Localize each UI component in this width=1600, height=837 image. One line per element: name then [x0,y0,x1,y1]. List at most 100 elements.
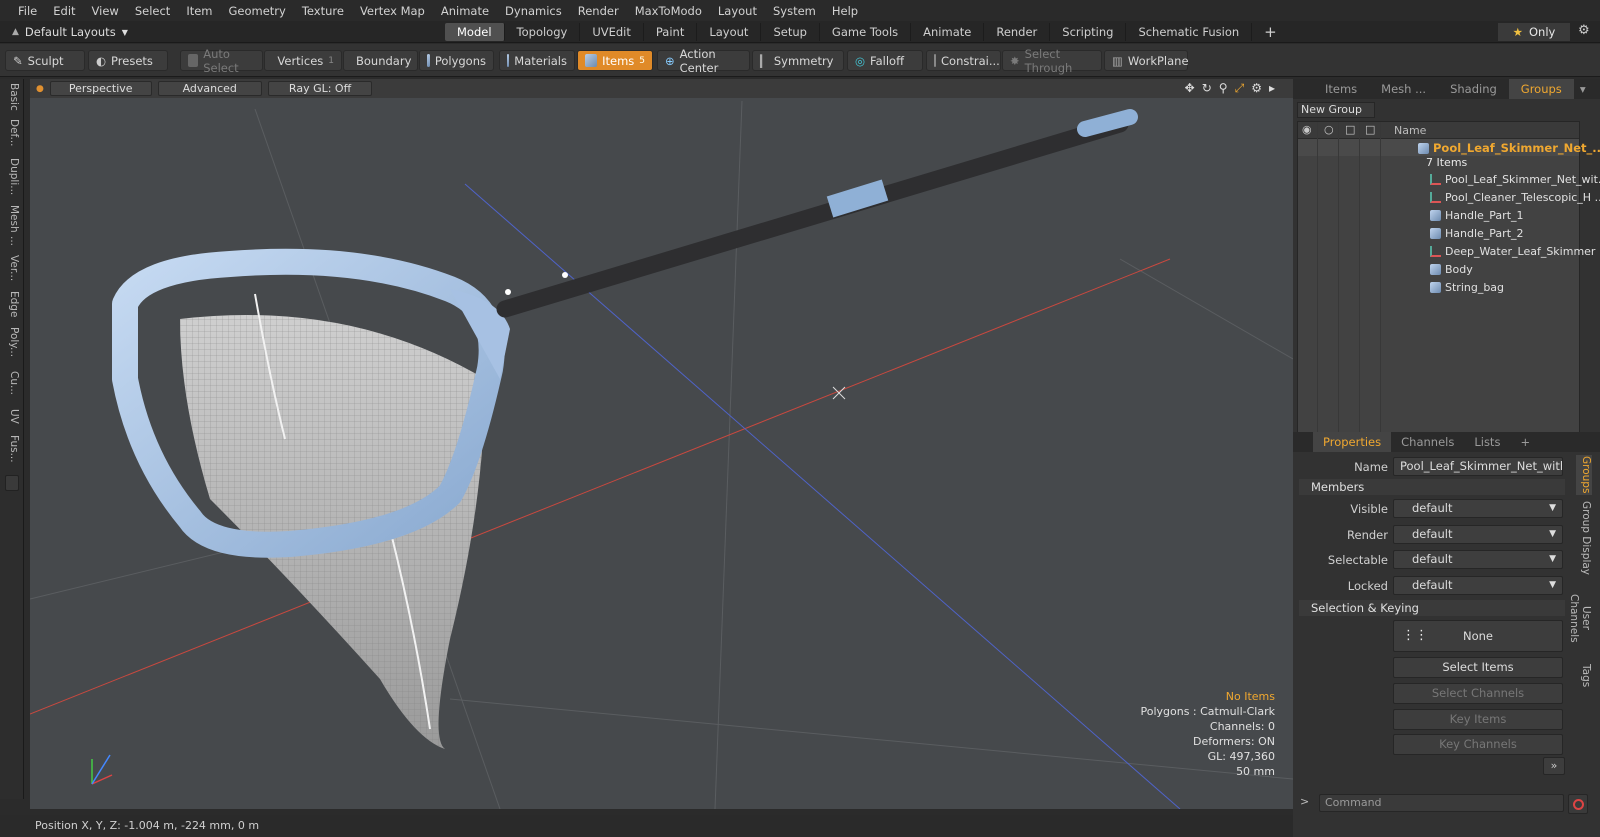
tab-shading[interactable]: Shading [1438,79,1509,99]
constraints-button[interactable]: Constrai... [926,50,1001,71]
locked-dropdown[interactable]: default ▼ [1393,576,1563,595]
fit-icon[interactable]: ⤢ [1235,81,1245,96]
menu-help[interactable]: Help [824,4,866,18]
menu-item[interactable]: Item [178,4,220,18]
tab-render[interactable]: Render [984,23,1051,41]
menu-edit[interactable]: Edit [45,4,83,18]
tab-layout[interactable]: Layout [697,23,762,41]
viewport-menu-arrow-icon[interactable]: ▸ [1269,81,1275,96]
add-properties-tab[interactable]: + [1510,432,1540,452]
render-dropdown[interactable]: default ▼ [1393,525,1563,544]
key-channels-button[interactable]: Key Channels [1393,734,1563,755]
shading-mode-button[interactable]: Advanced [157,81,262,96]
workplane-button[interactable]: ▥ WorkPlane [1104,50,1189,71]
mesh-icon [1430,282,1441,293]
main-toolbar: ✎ Sculpt ◐ Presets Auto Select Vertices … [0,44,1600,77]
selection-keying-section-header[interactable]: Selection & Keying [1299,600,1565,616]
add-tab-button[interactable]: + [1252,23,1289,41]
tab-groups[interactable]: Groups [1508,79,1574,99]
tab-paint[interactable]: Paint [644,23,698,41]
tab-curve[interactable]: Cu... [4,365,20,401]
boundary-button[interactable]: Boundary [343,50,418,71]
menu-view[interactable]: View [84,4,127,18]
members-section-header[interactable]: Members [1299,479,1565,495]
select-through-button[interactable]: ✸ Select Through [1002,47,1102,75]
tab-animate[interactable]: Animate [911,23,985,41]
side-tab-user-channels[interactable]: User Channels [1568,581,1592,655]
menu-animate[interactable]: Animate [433,4,497,18]
viewport-scene[interactable] [30,79,1293,809]
tab-game-tools[interactable]: Game Tools [820,23,912,41]
menu-render[interactable]: Render [570,4,627,18]
symmetry-button[interactable]: ▎ Symmetry [752,50,844,71]
tab-basic[interactable]: Basic [4,81,20,113]
only-button[interactable]: ★ Only [1498,23,1570,41]
tab-properties[interactable]: Properties [1313,432,1392,452]
new-group-button[interactable]: New Group [1297,102,1375,118]
layout-dropdown[interactable]: ▲ Default Layouts ▼ [12,24,128,40]
view-mode-button[interactable]: Perspective [49,81,152,96]
tab-mesh[interactable]: Mesh ... [4,203,20,247]
command-input[interactable]: Command [1319,794,1564,812]
group-name-field[interactable]: Pool_Leaf_Skimmer_Net_with_Ha [1393,457,1563,476]
tab-uvedit[interactable]: UVEdit [580,23,644,41]
menu-dynamics[interactable]: Dynamics [497,4,570,18]
menu-maxtomodo[interactable]: MaxToModo [627,4,710,18]
menu-geometry[interactable]: Geometry [221,4,294,18]
tab-deform[interactable]: Def... [4,115,20,151]
action-center-label: Action Center [679,46,719,75]
tab-lists[interactable]: Lists [1464,432,1510,452]
action-center-button[interactable]: ⊕ Action Center [657,47,750,75]
menu-select[interactable]: Select [127,4,178,18]
gear-icon[interactable]: ⚙ [1578,23,1590,38]
tab-model[interactable]: Model [445,23,505,41]
tab-fusion[interactable]: Fus... [4,431,20,467]
falloff-button[interactable]: ◎ Falloff [847,50,923,71]
handle-part-1[interactable] [496,115,1129,318]
auto-select-button[interactable]: Auto Select [180,47,263,75]
menu-system[interactable]: System [765,4,824,18]
zoom-icon[interactable]: ⚲ [1219,81,1228,96]
menu-layout[interactable]: Layout [710,4,765,18]
vertices-button[interactable]: Vertices 1 [264,50,342,71]
key-items-button[interactable]: Key Items [1393,709,1563,730]
selectable-dropdown[interactable]: default ▼ [1393,550,1563,569]
pan-icon[interactable]: ✥ [1185,81,1195,96]
materials-button[interactable]: Materials [499,50,575,71]
sculpt-button[interactable]: ✎ Sculpt [5,50,85,71]
tab-items[interactable]: Items [1313,79,1369,99]
record-button[interactable] [1568,794,1588,814]
items-button[interactable]: Items 5 [577,50,653,71]
tab-duplicate[interactable]: Dupli... [4,154,20,200]
menu-vertex-map[interactable]: Vertex Map [352,4,433,18]
visible-dropdown[interactable]: default ▼ [1393,499,1563,518]
expand-arrow-button[interactable]: » [1543,757,1565,775]
menu-texture[interactable]: Texture [294,4,352,18]
tab-setup[interactable]: Setup [761,23,820,41]
side-tab-group-display[interactable]: Group Display [1576,501,1592,575]
side-tab-tags[interactable]: Tags [1576,661,1592,691]
tab-mesh-ops[interactable]: Mesh ... [1369,79,1438,99]
select-channels-button[interactable]: Select Channels [1393,683,1563,704]
select-items-button[interactable]: Select Items [1393,657,1563,678]
none-button[interactable]: ⋮⋮ None [1393,620,1563,652]
presets-button[interactable]: ◐ Presets [88,50,168,71]
tab-vertex[interactable]: Ver... [4,251,20,285]
tab-topology[interactable]: Topology [505,23,581,41]
list-item-label: String_bag [1430,281,1504,294]
tab-edge[interactable]: Edge [4,289,20,319]
polygons-button[interactable]: Polygons [419,50,494,71]
side-tab-groups[interactable]: Groups [1576,455,1592,495]
rotate-icon[interactable]: ↻ [1202,81,1212,96]
viewport-gear-icon[interactable]: ⚙ [1251,81,1262,96]
tab-schematic-fusion[interactable]: Schematic Fusion [1126,23,1253,41]
panel-menu-icon[interactable]: ▾ [1574,79,1592,99]
3d-viewport[interactable]: ● Perspective Advanced Ray GL: Off ✥ ↻ ⚲… [30,79,1293,809]
menu-file[interactable]: File [10,4,45,18]
tab-scripting[interactable]: Scripting [1050,23,1127,41]
tab-channels[interactable]: Channels [1391,432,1464,452]
tab-polygon[interactable]: Poly... [4,322,20,362]
raygl-button[interactable]: Ray GL: Off [267,81,373,96]
panel-toggle-button[interactable] [5,475,19,491]
tab-uv[interactable]: UV [4,403,20,429]
